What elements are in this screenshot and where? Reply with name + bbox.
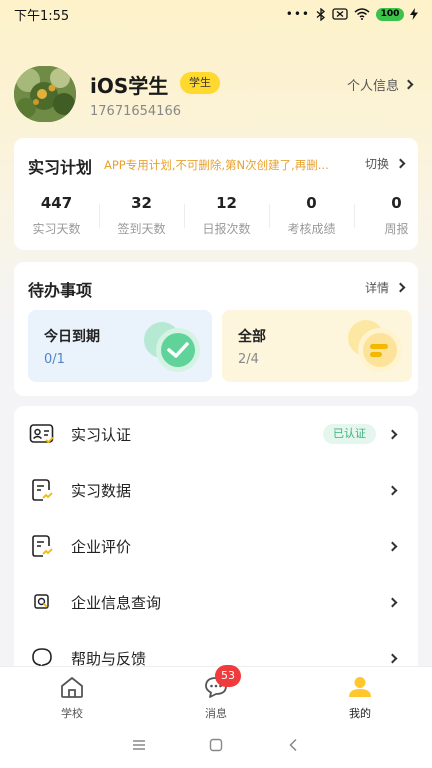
todo-due-today-tile[interactable]: 今日到期 0/1: [28, 310, 212, 382]
avatar[interactable]: [14, 66, 76, 122]
chevron-right-icon: [387, 541, 398, 551]
all-count: 2/4: [238, 352, 259, 367]
user-phone: 17671654166: [90, 104, 181, 119]
home-square-icon[interactable]: [206, 735, 226, 755]
stat-label: 签到天数: [117, 222, 166, 236]
charging-icon: [410, 8, 418, 20]
stat-value: 12: [216, 194, 237, 212]
stat-weekly-reports[interactable]: 0 周报: [354, 194, 418, 242]
menu-item-company-search[interactable]: 企业信息查询: [14, 574, 418, 630]
internship-plan-card: 实习计划 APP专用计划,不可删除,第N次创建了,再删... 切换 447 实习…: [14, 138, 418, 250]
stat-internship-days[interactable]: 447 实习天数: [14, 194, 99, 242]
user-icon: [347, 675, 373, 703]
message-count-badge: 53: [215, 665, 241, 687]
stat-value: 0: [306, 194, 317, 212]
todo-card: 待办事项 详情 今日到期 0/1 全部 2/4: [14, 262, 418, 396]
status-icons: ••• 100: [286, 7, 418, 21]
search-doc-icon: [28, 588, 56, 616]
verified-badge: 已认证: [323, 424, 376, 444]
wifi-icon: [354, 8, 370, 20]
review-doc-icon: [28, 532, 56, 560]
plan-title: 实习计划: [28, 158, 93, 177]
more-dots-icon: •••: [285, 7, 310, 21]
id-card-icon: [28, 420, 56, 448]
stat-value: 447: [40, 194, 73, 212]
tab-label: 消息: [205, 707, 227, 720]
todo-title: 待办事项: [28, 281, 93, 300]
menu-item-label: 实习数据: [71, 481, 132, 500]
due-today-count: 0/1: [44, 352, 65, 367]
tab-school[interactable]: 学校: [0, 667, 144, 722]
chevron-right-icon: [395, 158, 406, 169]
stat-label: 日报次数: [202, 222, 251, 236]
role-badge: 学生: [180, 72, 220, 94]
user-name: iOS学生: [90, 74, 169, 98]
tab-mine[interactable]: 我的: [288, 667, 432, 722]
stat-assessment-score[interactable]: 0 考核成绩: [269, 194, 354, 242]
menu-item-label: 企业信息查询: [71, 593, 162, 612]
stat-label: 实习天数: [32, 222, 81, 236]
stat-label: 周报: [384, 222, 409, 236]
menu-icon[interactable]: [129, 735, 149, 755]
menu-item-label: 实习认证: [71, 425, 132, 444]
home-icon: [59, 675, 85, 703]
list-circle-icon: [336, 318, 406, 382]
status-bar: 下午1:55 ••• 100: [0, 0, 432, 28]
stat-label: 考核成绩: [287, 222, 336, 236]
bottom-tab-bar: 学校 消息 我的 53: [0, 665, 432, 722]
profile-info-link[interactable]: 个人信息: [346, 75, 414, 94]
battery-icon: 100: [376, 7, 404, 21]
check-circle-icon: [142, 318, 206, 382]
profile-header: iOS学生 学生 17671654166 个人信息: [14, 66, 418, 126]
menu-card: 实习认证 已认证 实习数据 企业评价 企业信息查询 帮助与反馈: [14, 406, 418, 676]
stat-value: 32: [131, 194, 152, 212]
plan-stats: 447 实习天数 32 签到天数 12 日报次数 0 考核成绩 0 周报: [14, 194, 418, 242]
tab-label: 我的: [349, 707, 371, 720]
bluetooth-icon: [316, 7, 326, 21]
plan-switch-button[interactable]: 切换: [364, 155, 406, 172]
plan-description: APP专用计划,不可删除,第N次创建了,再删...: [104, 158, 329, 172]
stat-checkin-days[interactable]: 32 签到天数: [99, 194, 184, 242]
todo-all-tile[interactable]: 全部 2/4: [222, 310, 412, 382]
chevron-right-icon: [395, 282, 406, 293]
menu-item-label: 企业评价: [71, 537, 132, 556]
stat-value: 0: [391, 194, 402, 212]
back-arrow-icon[interactable]: [283, 735, 303, 755]
due-today-title: 今日到期: [44, 329, 100, 345]
chevron-right-icon: [387, 429, 398, 439]
data-doc-icon: [28, 476, 56, 504]
menu-item-internship-cert[interactable]: 实习认证 已认证: [14, 406, 418, 462]
sim-card-icon: [332, 8, 348, 20]
status-time: 下午1:55: [14, 8, 70, 24]
system-nav-bar: [0, 722, 432, 768]
all-title: 全部: [238, 329, 266, 345]
todo-detail-label: 详情: [364, 281, 389, 295]
plan-switch-label: 切换: [364, 157, 389, 171]
menu-item-internship-data[interactable]: 实习数据: [14, 462, 418, 518]
chevron-right-icon: [403, 79, 414, 90]
chevron-right-icon: [387, 653, 398, 663]
tab-label: 学校: [61, 707, 83, 720]
profile-info-label: 个人信息: [346, 79, 399, 94]
todo-detail-button[interactable]: 详情: [364, 279, 406, 296]
chevron-right-icon: [387, 597, 398, 607]
chevron-right-icon: [387, 485, 398, 495]
menu-item-company-review[interactable]: 企业评价: [14, 518, 418, 574]
stat-daily-reports[interactable]: 12 日报次数: [184, 194, 269, 242]
